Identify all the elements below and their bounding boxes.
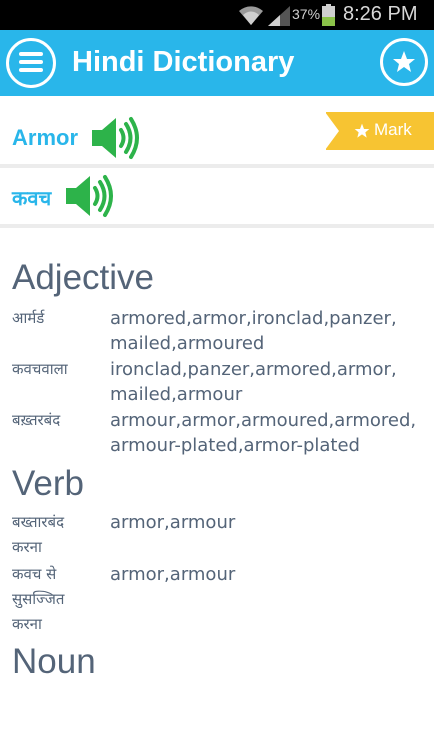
definition-english: armored,armor,ironclad,panzer, mailed,ar… — [110, 308, 397, 354]
hindi-word-row: कवच — [0, 168, 434, 228]
hamburger-menu-icon — [19, 52, 43, 56]
definition-hindi: कवचवाला — [12, 360, 68, 378]
battery-icon — [322, 4, 335, 26]
definition-english: armour,armor,armoured,armored, armour-pl… — [110, 410, 417, 456]
hindi-word: कवच — [12, 186, 52, 210]
star-icon — [354, 123, 370, 138]
definition-hindi: आर्मर्ड — [12, 309, 45, 327]
speaker-icon[interactable] — [90, 114, 140, 162]
definition-english: armor,armour — [110, 564, 236, 585]
mark-button[interactable]: Mark — [325, 112, 434, 150]
battery-percent: 37% — [292, 6, 321, 22]
app-title: Hindi Dictionary — [72, 46, 295, 78]
definition-english: ironclad,panzer,armored,armor, mailed,ar… — [110, 359, 397, 405]
signal-icon — [268, 6, 290, 26]
menu-button[interactable] — [6, 38, 56, 88]
speaker-icon[interactable] — [64, 172, 114, 220]
pos-heading-verb: Verb — [12, 464, 84, 503]
star-icon — [393, 51, 415, 72]
favorites-button[interactable] — [380, 38, 428, 86]
definition-hindi: बख्तारबंद करना — [12, 513, 65, 556]
mark-label: Mark — [374, 120, 412, 139]
definition-hindi: कवच से सुसज्जित करना — [12, 565, 65, 633]
wifi-icon — [239, 6, 263, 25]
pos-heading-noun: Noun — [12, 642, 96, 681]
status-time: 8:26 PM — [343, 3, 418, 25]
status-bar: 37% 8:26 PM — [0, 0, 434, 30]
english-word: Armor — [12, 125, 79, 150]
definition-hindi: बख़्तरबंद — [12, 411, 61, 429]
app-bar: Hindi Dictionary — [0, 30, 434, 96]
definition-english: armor,armour — [110, 512, 236, 533]
pos-heading-adjective: Adjective — [12, 258, 155, 297]
